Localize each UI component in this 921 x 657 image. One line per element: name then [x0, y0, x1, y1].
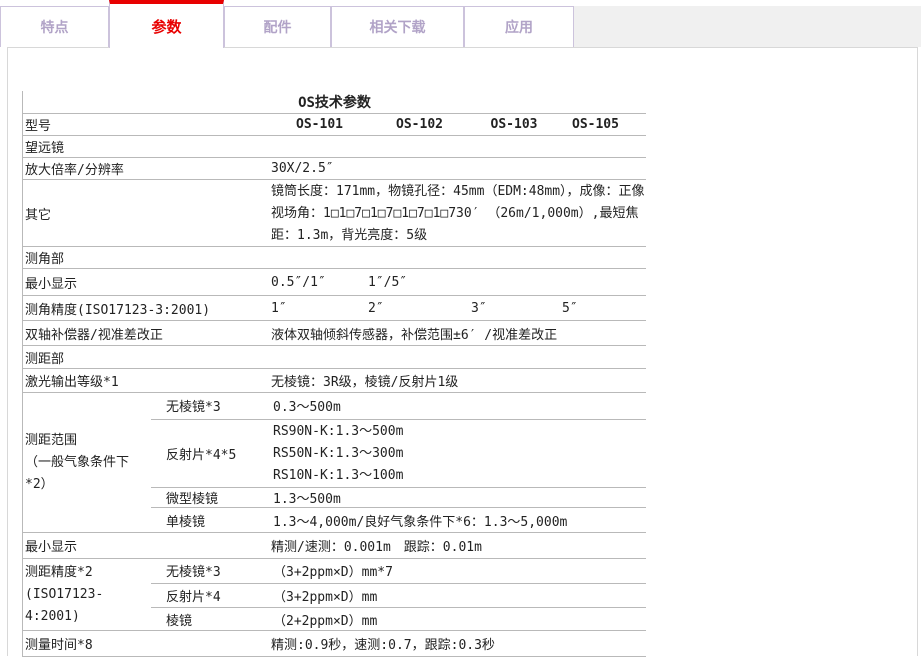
tab-accessories[interactable]: 配件	[224, 6, 331, 47]
row-other-label: 其它	[23, 204, 271, 223]
angle-accuracy-v4: 5″	[557, 301, 646, 316]
section-telescope-label: 望远镜	[23, 137, 271, 156]
range-row-mini-prism: 微型棱镜 1.3～500m	[151, 488, 646, 509]
spec-table: OS技术参数 型号 OS-101 OS-102 OS-103 OS-105 望远…	[22, 91, 646, 657]
content-panel: OS技术参数 型号 OS-101 OS-102 OS-103 OS-105 望远…	[7, 47, 918, 656]
row-magnification-value: 30X/2.5″	[271, 161, 646, 176]
row-other: 其它 镜筒长度：171mm，物镜孔径：45mm（EDM:48mm），成像：正像 …	[23, 180, 646, 247]
tab-parameters[interactable]: 参数	[109, 0, 224, 48]
accuracy-sheet-label: 反射片*4	[151, 586, 273, 605]
row-laser-class-value: 无棱镜：3R级，棱镜/反射片1级	[271, 371, 646, 390]
tab-applications[interactable]: 应用	[464, 6, 574, 47]
group-measuring-range: 测距范围 （一般气象条件下*2） 无棱镜*3 0.3～500m 反射片*4*5 …	[23, 393, 646, 533]
table-title-row: OS技术参数	[23, 91, 646, 114]
section-row-angle: 测角部	[23, 247, 646, 269]
range-single-prism-value: 1.3～4,000m/良好气象条件下*6：1.3～5,000m	[273, 511, 646, 530]
range-sheet-value1: RS90N-K:1.3～500m	[273, 421, 646, 443]
row-other-line1: 镜筒长度：171mm，物镜孔径：45mm（EDM:48mm），成像：正像	[271, 181, 646, 203]
range-row-sheet: 反射片*4*5 RS90N-K:1.3～500m RS50N-K:1.3～300…	[151, 420, 646, 488]
row-magnification: 放大倍率/分辨率 30X/2.5″	[23, 158, 646, 180]
row-magnification-label: 放大倍率/分辨率	[23, 159, 271, 178]
row-min-display-dist-value: 精测/速测：0.001m 跟踪：0.01m	[271, 536, 646, 555]
row-laser-class: 激光输出等级*1 无棱镜：3R级，棱镜/反射片1级	[23, 369, 646, 393]
row-min-display-angle: 最小显示 0.5″/1″ 1″/5″	[23, 269, 646, 296]
model-os101: OS-101	[271, 117, 368, 132]
row-min-display-angle-label: 最小显示	[23, 273, 271, 292]
angle-accuracy-v1: 1″	[271, 301, 368, 316]
row-measure-time-value: 精测:0.9秒，速测:0.7，跟踪:0.3秒	[271, 634, 646, 653]
group-distance-accuracy: 测距精度*2 (ISO17123-4:2001) 无棱镜*3 （3+2ppm×D…	[23, 559, 646, 631]
section-distance-label: 测距部	[23, 348, 271, 367]
range-reflectorless-label: 无棱镜*3	[151, 396, 273, 415]
row-model: 型号 OS-101 OS-102 OS-103 OS-105	[23, 114, 646, 136]
tab-features[interactable]: 特点	[0, 6, 109, 47]
min-display-angle-v1: 0.5″/1″	[271, 275, 368, 290]
accuracy-row-prism: 棱镜 （2+2ppm×D）mm	[151, 608, 646, 630]
section-angle-label: 测角部	[23, 248, 271, 267]
accuracy-reflectorless-value: （3+2ppm×D）mm*7	[273, 561, 646, 580]
range-label-line1: 测距范围	[25, 430, 151, 452]
row-compensator-label: 双轴补偿器/视准差改正	[23, 324, 271, 343]
table-title: OS技术参数	[298, 92, 371, 112]
row-other-line2: 视场角：1□1□7□1□7□1□7□1□730′ （26m/1,000m）,最短…	[271, 203, 646, 225]
accuracy-label-line1: 测距精度*2	[25, 562, 151, 584]
range-sheet-value2: RS50N-K:1.3～300m	[273, 443, 646, 465]
model-os102: OS-102	[368, 117, 471, 132]
min-display-angle-v2: 1″/5″	[368, 275, 471, 290]
section-row-telescope: 望远镜	[23, 136, 646, 158]
accuracy-row-reflectorless: 无棱镜*3 （3+2ppm×D）mm*7	[151, 559, 646, 584]
range-mini-prism-label: 微型棱镜	[151, 488, 273, 507]
row-angle-accuracy-label: 测角精度(ISO17123-3:2001)	[23, 299, 271, 318]
model-os103: OS-103	[471, 117, 557, 132]
accuracy-reflectorless-label: 无棱镜*3	[151, 561, 273, 580]
tab-bar: 特点 参数 配件 相关下载 应用	[0, 0, 921, 47]
accuracy-prism-label: 棱镜	[151, 610, 273, 629]
accuracy-row-sheet: 反射片*4 （3+2ppm×D）mm	[151, 584, 646, 609]
row-compensator: 双轴补偿器/视准差改正 液体双轴倾斜传感器，补偿范围±6′ /视准差改正	[23, 321, 646, 346]
section-row-distance: 测距部	[23, 346, 646, 369]
range-reflectorless-value: 0.3～500m	[273, 396, 646, 415]
model-os105: OS-105	[557, 117, 646, 132]
accuracy-prism-value: （2+2ppm×D）mm	[273, 610, 646, 629]
range-single-prism-label: 单棱镜	[151, 511, 273, 530]
range-row-single-prism: 单棱镜 1.3～4,000m/良好气象条件下*6：1.3～5,000m	[151, 508, 646, 532]
row-min-display-dist-label: 最小显示	[23, 536, 271, 555]
range-label-line2: （一般气象条件下*2）	[25, 452, 151, 496]
row-model-label: 型号	[23, 115, 271, 134]
range-row-reflectorless: 无棱镜*3 0.3～500m	[151, 393, 646, 420]
tab-bar-filler	[574, 6, 921, 47]
row-measure-time: 测量时间*8 精测:0.9秒，速测:0.7，跟踪:0.3秒	[23, 631, 646, 657]
row-measure-time-label: 测量时间*8	[23, 634, 271, 653]
range-sheet-label: 反射片*4*5	[151, 444, 273, 463]
row-other-line3: 距：1.3m，背光亮度：5级	[271, 225, 646, 247]
accuracy-sheet-value: （3+2ppm×D）mm	[273, 586, 646, 605]
range-mini-prism-value: 1.3～500m	[273, 488, 646, 507]
range-sheet-value3: RS10N-K:1.3～100m	[273, 465, 646, 487]
angle-accuracy-v3: 3″	[471, 301, 557, 316]
row-min-display-dist: 最小显示 精测/速测：0.001m 跟踪：0.01m	[23, 533, 646, 559]
angle-accuracy-v2: 2″	[368, 301, 471, 316]
row-laser-class-label: 激光输出等级*1	[23, 371, 271, 390]
tab-downloads[interactable]: 相关下载	[331, 6, 464, 47]
accuracy-label-line2: (ISO17123-4:2001)	[25, 584, 151, 628]
row-compensator-value: 液体双轴倾斜传感器，补偿范围±6′ /视准差改正	[271, 324, 646, 343]
row-angle-accuracy: 测角精度(ISO17123-3:2001) 1″ 2″ 3″ 5″	[23, 296, 646, 321]
